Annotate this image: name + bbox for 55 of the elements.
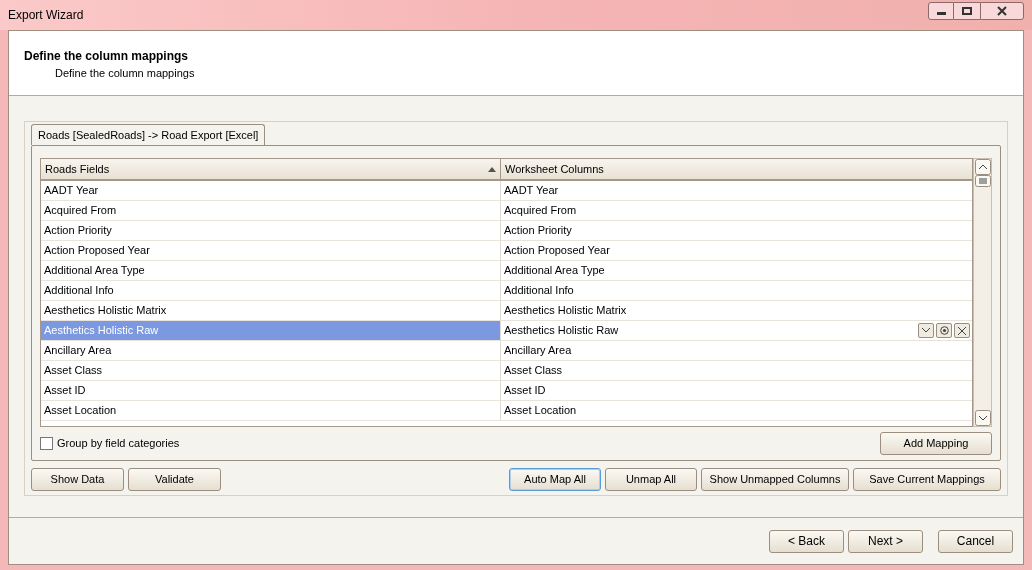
column-header[interactable]: Worksheet Columns	[501, 159, 972, 179]
table-cell[interactable]: Asset Class	[41, 361, 501, 380]
column-header[interactable]: Roads Fields	[41, 159, 501, 179]
button[interactable]: < Back	[769, 529, 844, 553]
button[interactable]: Validate	[128, 468, 221, 491]
table-cell[interactable]: Asset ID	[41, 381, 501, 400]
table-cell[interactable]: Additional Area Type	[41, 261, 501, 280]
table-cell[interactable]: Action Proposed Year	[41, 241, 501, 260]
table-cell[interactable]: AADT Year	[41, 181, 501, 200]
close-icon	[997, 6, 1007, 16]
maximize-button[interactable]	[954, 2, 980, 20]
table-cell-text: Asset Class	[503, 363, 564, 379]
scroll-thumb-icon[interactable]	[974, 175, 991, 187]
table-cell[interactable]: Asset Location	[41, 401, 501, 420]
button[interactable]: Next >	[848, 529, 923, 553]
table-cell-text: Asset Location	[503, 403, 578, 419]
scroll-up-icon[interactable]	[974, 159, 991, 175]
table-cell-text: Asset ID	[503, 383, 547, 399]
button[interactable]: Add Mapping	[880, 432, 992, 455]
scrollbar[interactable]	[973, 158, 992, 427]
table-cell-text: Ancillary Area	[503, 343, 573, 359]
scroll-down-icon[interactable]	[974, 410, 991, 426]
table-cell[interactable]: Aesthetics Holistic Matrix	[41, 301, 501, 320]
close-button[interactable]	[980, 2, 1024, 20]
dropdown-button[interactable]	[918, 323, 934, 338]
table-cell-text: Aesthetics Holistic Raw	[503, 323, 620, 339]
table-cell-text: AADT Year	[503, 183, 560, 199]
button[interactable]: Unmap All	[605, 468, 697, 491]
table-cell[interactable]: Action Priority	[41, 221, 501, 240]
checkbox-label: Group by field categories	[57, 436, 180, 452]
table-cell-text: Action Priority	[503, 223, 573, 239]
table-cell-text: Additional Info	[503, 283, 575, 299]
table-cell-text: Acquired From	[503, 203, 578, 219]
tab[interactable]: Roads [SealedRoads] -> Road Export [Excel]	[31, 124, 266, 145]
chevron-down-icon	[922, 328, 930, 333]
table-cell-text: Action Proposed Year	[503, 243, 611, 259]
button[interactable]: Show Data	[31, 468, 124, 491]
target-icon	[939, 326, 949, 335]
close-icon	[958, 326, 966, 335]
table-cell[interactable]: Additional Info	[41, 281, 501, 300]
remove-button[interactable]	[954, 323, 970, 338]
page-subtitle: Define the column mappings	[54, 66, 196, 81]
page-title: Define the column mappings	[24, 48, 189, 65]
button[interactable]: Cancel	[938, 529, 1013, 553]
table-cell-text: Aesthetics Holistic Matrix	[503, 303, 628, 319]
table-cell-text: Additional Area Type	[503, 263, 606, 279]
minimize-button[interactable]	[928, 2, 954, 20]
button[interactable]: Show Unmapped Columns	[701, 468, 849, 491]
table-cell[interactable]: Acquired From	[41, 201, 501, 220]
window-title: Export Wizard	[8, 7, 84, 24]
button[interactable]: Auto Map All	[509, 468, 601, 491]
table-cell[interactable]: Ancillary Area	[41, 341, 501, 360]
target-button[interactable]	[936, 323, 952, 338]
button[interactable]: Save Current Mappings	[853, 468, 1001, 491]
checkbox[interactable]	[40, 437, 53, 450]
